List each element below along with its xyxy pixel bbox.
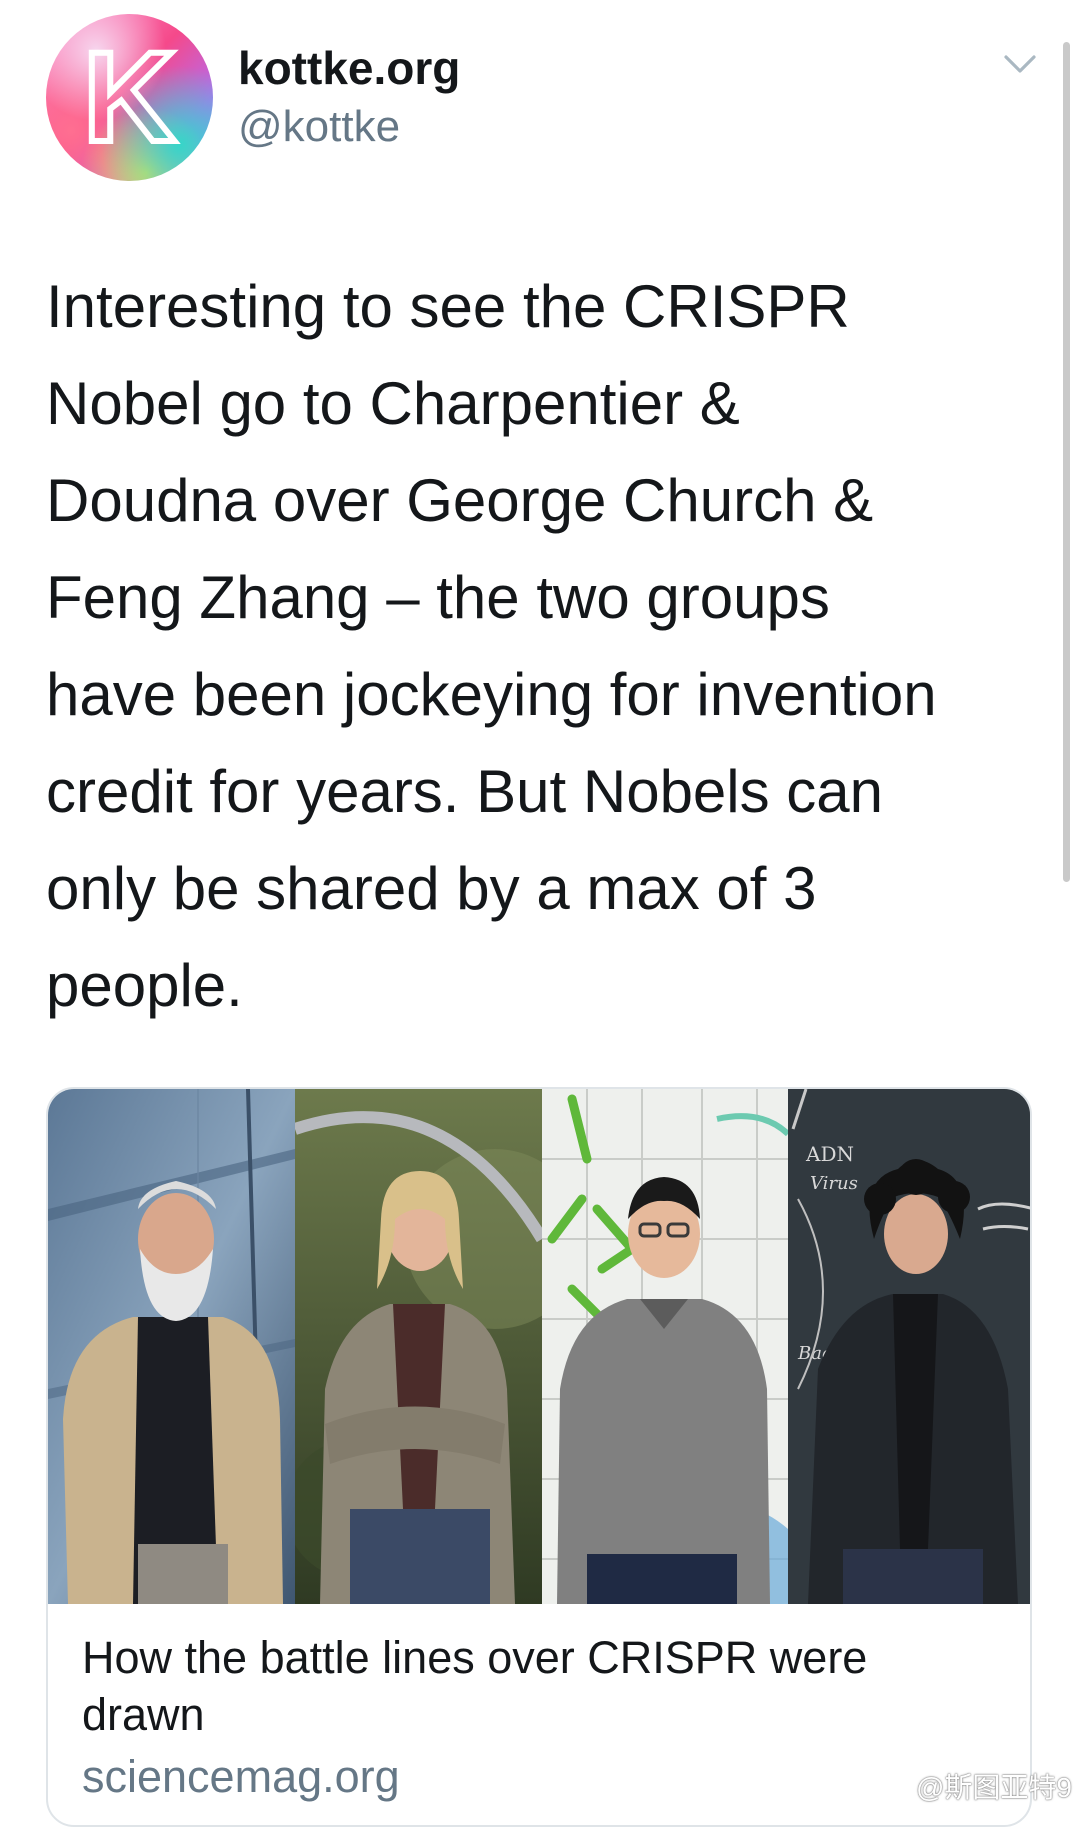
photo-george-church [48, 1089, 295, 1604]
card-title-line: drawn [82, 1689, 205, 1740]
photo-emmanuelle-charpentier: ADN Virus Bact [788, 1089, 1030, 1604]
watermark-text: @斯图亚特9 [916, 1772, 1072, 1803]
author-handle[interactable]: @kottke [238, 100, 400, 154]
weibo-icon [869, 1773, 908, 1801]
board-text-virus: Virus [810, 1173, 858, 1194]
watermark: @斯图亚特9 [868, 1766, 1072, 1806]
tweet-line: credit for years. But Nobels can [46, 758, 884, 825]
tweet-text: Interesting to see the CRISPR Nobel go t… [46, 258, 1036, 1034]
tweet-line: only be shared by a max of 3 [46, 855, 817, 922]
tweet-line: Feng Zhang – the two groups [46, 564, 830, 631]
board-text-adn: ADN [805, 1142, 854, 1166]
link-card[interactable]: ADN Virus Bact How the battle lines over… [46, 1087, 1032, 1827]
author-name[interactable]: kottke.org [238, 40, 460, 96]
scrollbar[interactable] [1063, 42, 1070, 882]
tweet-line: people. [46, 952, 243, 1019]
tweet-line: Interesting to see the CRISPR [46, 273, 850, 340]
tweet-line: Nobel go to Charpentier & [46, 370, 740, 437]
tweet-line: Doudna over George Church & [46, 467, 874, 534]
chevron-down-icon[interactable] [1003, 52, 1037, 76]
photo-jennifer-doudna [295, 1089, 542, 1604]
tweet-line: have been jockeying for invention [46, 661, 937, 728]
card-image[interactable]: ADN Virus Bact [48, 1089, 1030, 1604]
card-title-line: How the battle lines over CRISPR were [82, 1632, 868, 1683]
card-domain[interactable]: sciencemag.org [82, 1749, 400, 1805]
avatar[interactable]: K [46, 14, 213, 181]
photo-feng-zhang [542, 1089, 788, 1604]
avatar-letter: K [80, 25, 178, 169]
card-title[interactable]: How the battle lines over CRISPR were dr… [82, 1629, 982, 1743]
